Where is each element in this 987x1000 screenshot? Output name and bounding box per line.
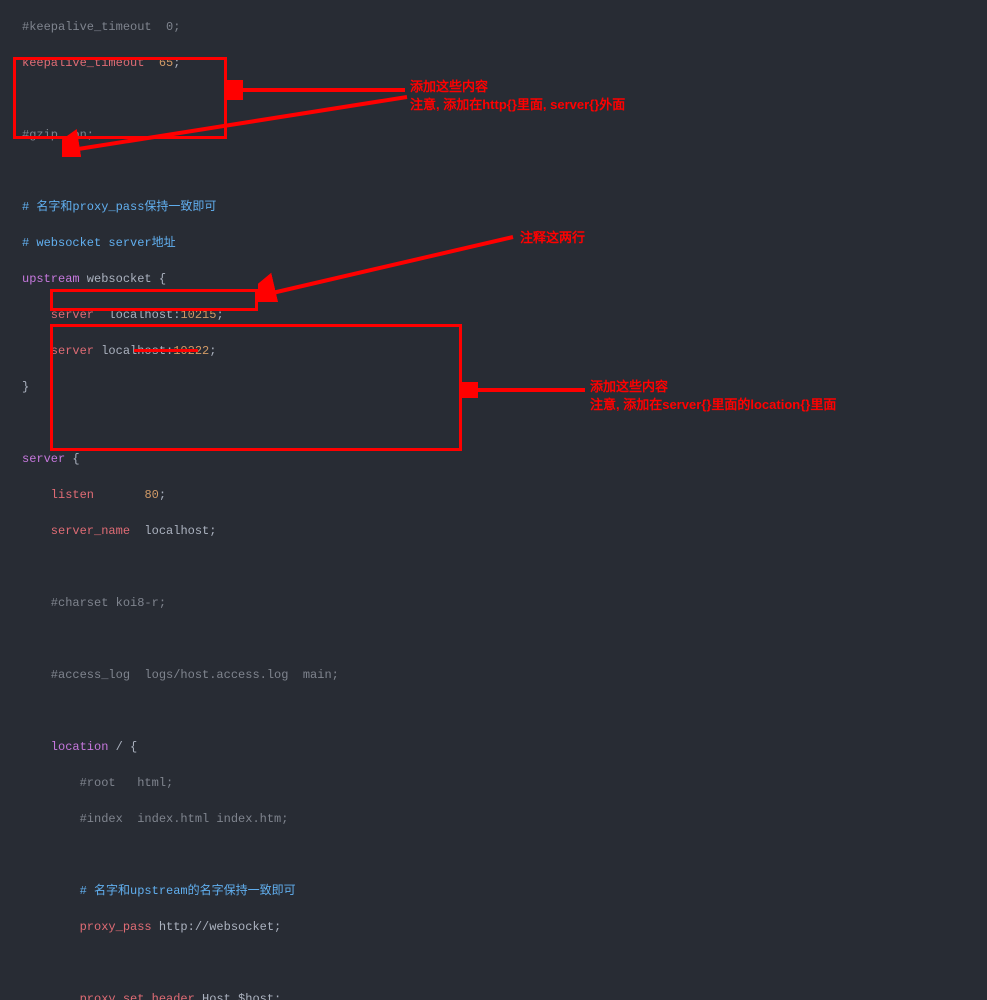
nginx-config-code: #keepalive_timeout 0; keepalive_timeout … bbox=[0, 0, 987, 1000]
location-kw: location bbox=[22, 740, 108, 754]
upstream-kw: upstream bbox=[22, 272, 80, 286]
line-1: #keepalive_timeout 0; bbox=[22, 20, 180, 34]
comment-cn-3: # 名字和upstream的名字保持一致即可 bbox=[22, 884, 296, 898]
line-2-dir: keepalive_timeout bbox=[22, 56, 159, 70]
annotation-1: 添加这些内容 注意, 添加在http{}里面, server{}外面 bbox=[410, 78, 625, 114]
line-4: #gzip on; bbox=[22, 128, 94, 142]
comment-cn-2: # websocket server地址 bbox=[22, 236, 176, 250]
underline-websocket bbox=[134, 349, 198, 352]
server-kw: server bbox=[22, 452, 65, 466]
comment-cn-1: # 名字和proxy_pass保持一致即可 bbox=[22, 200, 216, 214]
annotation-3: 添加这些内容 注意, 添加在server{}里面的location{}里面 bbox=[590, 378, 836, 414]
annotation-2: 注释这两行 bbox=[520, 229, 585, 247]
